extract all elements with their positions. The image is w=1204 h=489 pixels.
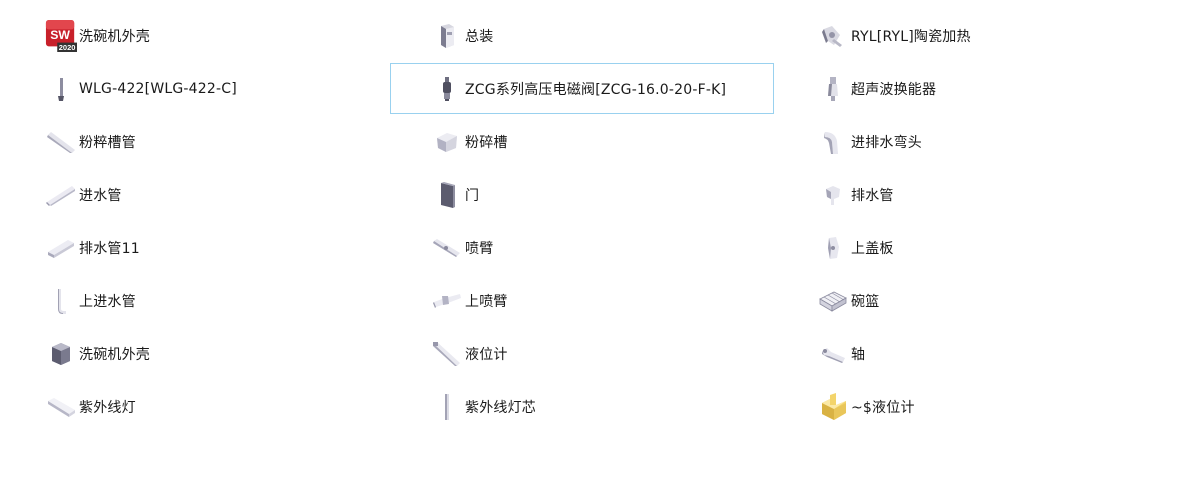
sensor-rod-part-icon xyxy=(45,73,77,105)
file-item[interactable]: 粉粹槽管 xyxy=(4,116,388,167)
file-item[interactable]: WLG-422[WLG-422-C] xyxy=(4,63,388,114)
tank-part-icon xyxy=(431,126,463,158)
file-item[interactable]: 排水管 xyxy=(776,169,1160,220)
solenoid-valve-part-icon xyxy=(431,73,463,105)
temp-file-part-icon xyxy=(817,391,849,423)
file-name: 上喷臂 xyxy=(465,293,508,310)
file-grid: SW 2020 洗碗机外壳 总装 RYL[RYL]陶瓷加热 WLG-422[WL… xyxy=(0,10,1204,434)
file-row: 排水管11 喷臂 上盖板 xyxy=(0,222,1204,275)
file-row: 进水管 门 排水管 xyxy=(0,169,1204,222)
file-item[interactable]: RYL[RYL]陶瓷加热 xyxy=(776,10,1160,61)
file-name: 排水管11 xyxy=(79,240,140,257)
heater-part-icon xyxy=(817,20,849,52)
door-part-icon xyxy=(431,179,463,211)
shaft-part-icon xyxy=(817,338,849,370)
file-name: 紫外线灯芯 xyxy=(465,399,536,416)
transducer-part-icon xyxy=(817,73,849,105)
file-row: 粉粹槽管 粉碎槽 进排水弯头 xyxy=(0,116,1204,169)
solidworks-app-icon: SW 2020 xyxy=(45,19,77,52)
file-item[interactable]: ~$液位计 xyxy=(776,381,1160,432)
file-item[interactable]: 粉碎槽 xyxy=(390,116,774,167)
file-item[interactable]: 进排水弯头 xyxy=(776,116,1160,167)
file-item[interactable]: 喷臂 xyxy=(390,222,774,273)
cover-part-icon xyxy=(817,232,849,264)
svg-text:SW: SW xyxy=(50,27,70,41)
gauge-part-icon xyxy=(431,338,463,370)
file-name: 喷臂 xyxy=(465,240,494,257)
file-name: 进排水弯头 xyxy=(851,134,922,151)
file-item[interactable]: 轴 xyxy=(776,328,1160,379)
file-name: 碗篮 xyxy=(851,293,880,310)
file-name: WLG-422[WLG-422-C] xyxy=(79,80,237,97)
file-name: 紫外线灯 xyxy=(79,399,136,416)
pipe-part-icon xyxy=(45,179,77,211)
file-row: 上进水管 上喷臂 碗篮 xyxy=(0,275,1204,328)
file-item[interactable]: 紫外线灯芯 xyxy=(390,381,774,432)
file-item[interactable]: 液位计 xyxy=(390,328,774,379)
file-item[interactable]: 紫外线灯 xyxy=(4,381,388,432)
file-name: 粉碎槽 xyxy=(465,134,508,151)
svg-text:2020: 2020 xyxy=(59,43,76,52)
file-name: ~$液位计 xyxy=(851,399,915,416)
file-item[interactable]: 上盖板 xyxy=(776,222,1160,273)
file-name: 洗碗机外壳 xyxy=(79,28,150,45)
file-name: 洗碗机外壳 xyxy=(79,346,150,363)
file-row: SW 2020 洗碗机外壳 总装 RYL[RYL]陶瓷加热 xyxy=(0,10,1204,63)
file-name: 总装 xyxy=(465,28,494,45)
pipe-part-icon xyxy=(45,232,77,264)
file-name: 进水管 xyxy=(79,187,122,204)
spray-arm-part-icon xyxy=(431,232,463,264)
file-item[interactable]: 上喷臂 xyxy=(390,275,774,326)
file-item[interactable]: 门 xyxy=(390,169,774,220)
file-item[interactable]: 进水管 xyxy=(4,169,388,220)
file-name: ZCG系列高压电磁阀[ZCG-16.0-20-F-K] xyxy=(465,81,727,98)
housing-part-icon xyxy=(45,338,77,370)
file-row: 洗碗机外壳 液位计 轴 xyxy=(0,328,1204,381)
file-item[interactable]: 碗篮 xyxy=(776,275,1160,326)
file-item[interactable]: SW 2020 洗碗机外壳 xyxy=(4,10,388,61)
file-item[interactable]: 超声波换能器 xyxy=(776,63,1160,114)
file-item[interactable]: 洗碗机外壳 xyxy=(4,328,388,379)
file-name: 粉粹槽管 xyxy=(79,134,136,151)
file-row: WLG-422[WLG-422-C] ZCG系列高压电磁阀[ZCG-16.0-2… xyxy=(0,63,1204,116)
bent-pipe-part-icon xyxy=(45,285,77,317)
drain-part-icon xyxy=(817,179,849,211)
uv-lamp-part-icon xyxy=(45,391,77,423)
file-name: RYL[RYL]陶瓷加热 xyxy=(851,28,971,45)
file-name: 排水管 xyxy=(851,187,894,204)
file-name: 上盖板 xyxy=(851,240,894,257)
file-row: 紫外线灯 紫外线灯芯 ~$液位计 xyxy=(0,381,1204,434)
file-item-selected[interactable]: ZCG系列高压电磁阀[ZCG-16.0-20-F-K] xyxy=(390,63,774,114)
file-name: 门 xyxy=(465,187,480,204)
file-name: 轴 xyxy=(851,346,866,363)
file-item[interactable]: 上进水管 xyxy=(4,275,388,326)
file-name: 超声波换能器 xyxy=(851,81,937,98)
file-name: 上进水管 xyxy=(79,293,136,310)
file-name: 液位计 xyxy=(465,346,508,363)
pipe-part-icon xyxy=(45,126,77,158)
elbow-part-icon xyxy=(817,126,849,158)
file-item[interactable]: 排水管11 xyxy=(4,222,388,273)
spray-arm-part-icon xyxy=(431,285,463,317)
basket-part-icon xyxy=(817,285,849,317)
assembly-part-icon xyxy=(431,20,463,52)
lamp-core-part-icon xyxy=(431,391,463,423)
file-item[interactable]: 总装 xyxy=(390,10,774,61)
